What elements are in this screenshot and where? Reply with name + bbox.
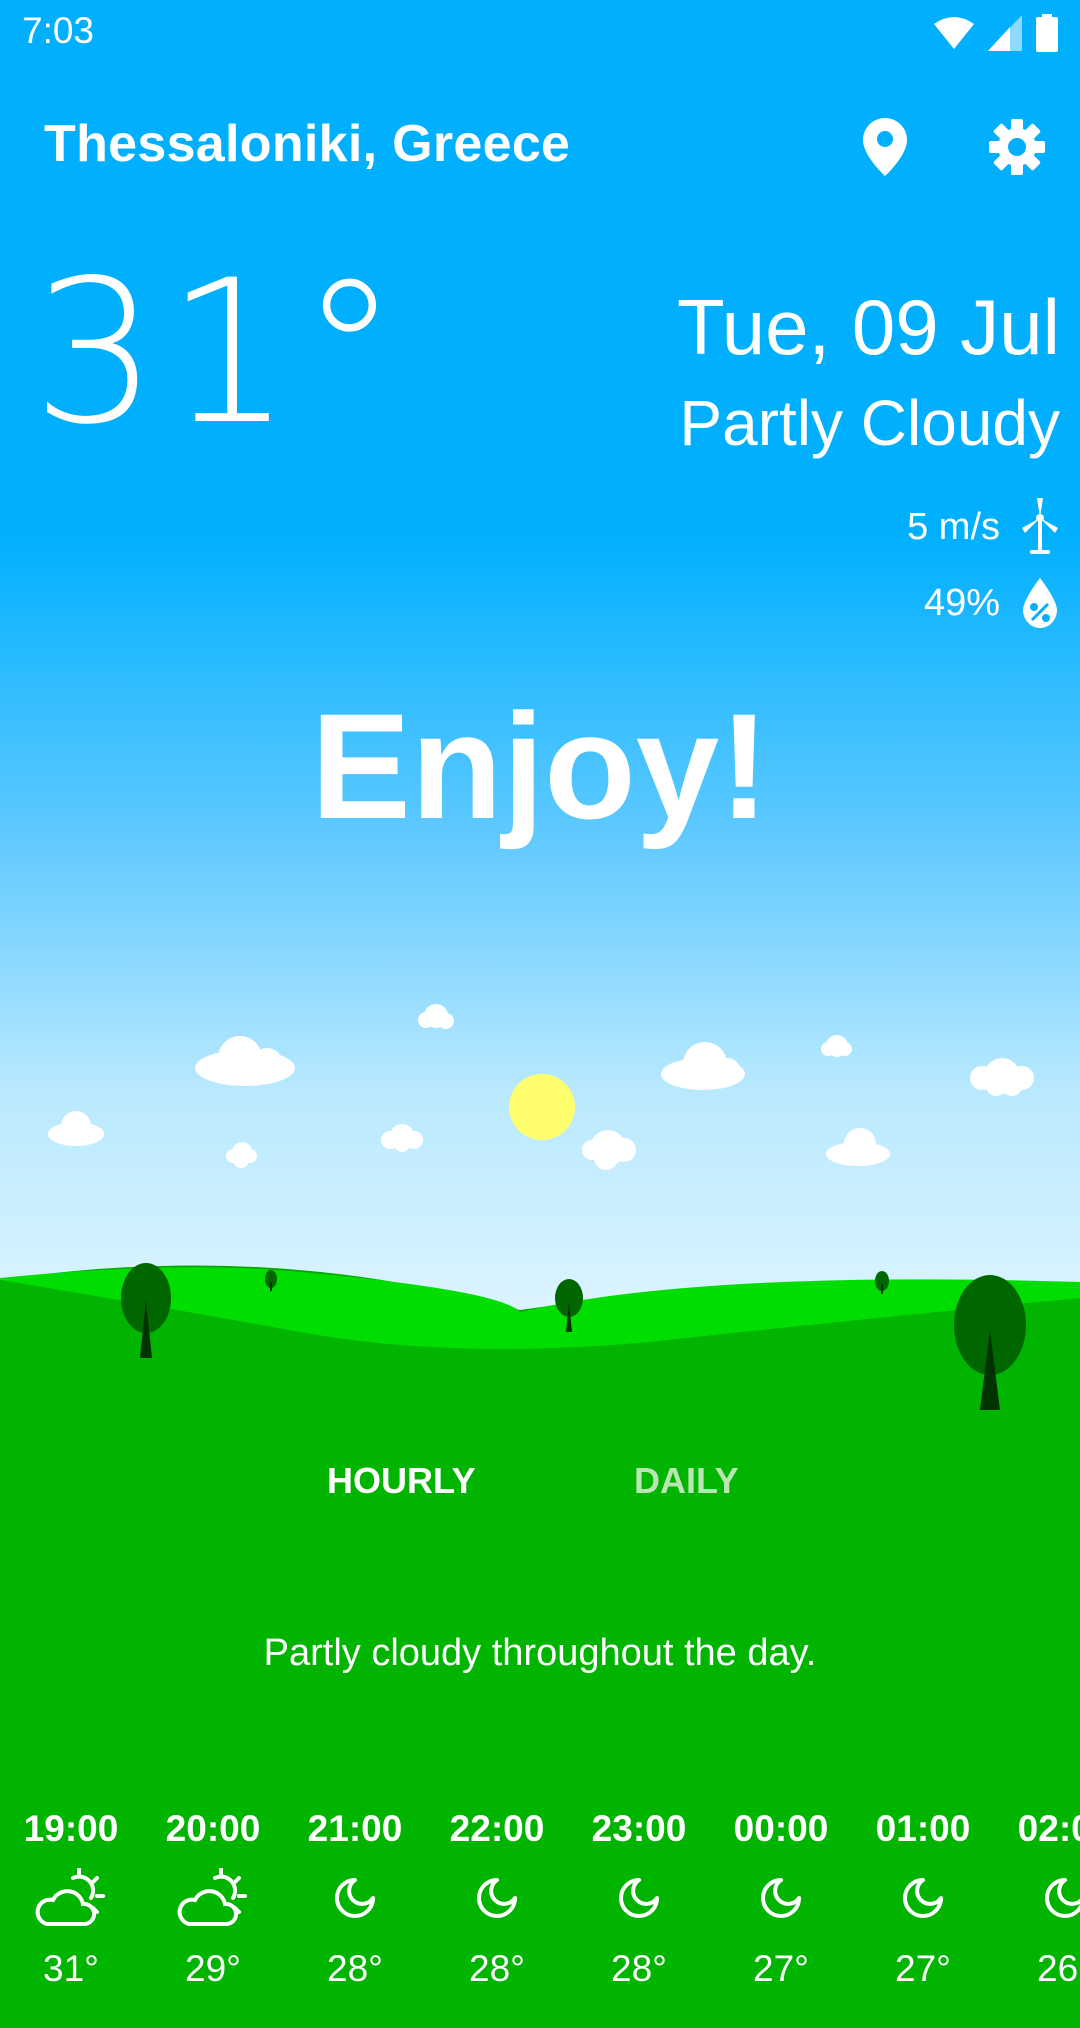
humidity-row: 49% <box>924 578 1060 628</box>
moon-icon <box>994 1856 1080 1940</box>
gear-icon <box>989 119 1045 175</box>
mood-text: Enjoy! <box>310 682 770 850</box>
hour-time: 22:00 <box>449 1808 545 1849</box>
hourly-item: 02:00 26° <box>994 1808 1080 1990</box>
tab-daily[interactable]: DAILY <box>634 1460 739 1502</box>
cloud <box>970 1058 1034 1096</box>
wind-turbine-icon <box>1022 498 1058 554</box>
cloud <box>826 1128 890 1166</box>
location-title: Thessaloniki, Greece <box>44 115 571 173</box>
moon-icon <box>426 1856 568 1940</box>
hourly-item: 21:00 28° <box>284 1808 426 1990</box>
cloud <box>381 1124 423 1152</box>
signal-icon <box>988 15 1022 51</box>
hour-time: 19:00 <box>23 1808 119 1849</box>
wind-speed: 5 m/s <box>907 505 1000 548</box>
hour-time: 21:00 <box>307 1808 403 1849</box>
hour-temp: 28° <box>611 1948 667 1989</box>
cloud <box>195 1036 295 1086</box>
hourly-item: 01:00 27° <box>852 1808 994 1990</box>
hourly-item: 23:00 28° <box>568 1808 710 1990</box>
settings-button[interactable] <box>982 112 1052 182</box>
hour-temp: 28° <box>327 1948 383 1989</box>
location-pin-button[interactable] <box>850 112 920 182</box>
status-time: 7:03 <box>22 10 95 51</box>
moon-icon <box>284 1856 426 1940</box>
cloud <box>418 1004 454 1029</box>
hour-time: 02:00 <box>1017 1808 1080 1849</box>
moon-icon <box>568 1856 710 1940</box>
current-temperature: 31° <box>32 237 407 468</box>
cloud <box>821 1035 852 1057</box>
cloud <box>48 1111 104 1146</box>
hourly-item: 00:00 27° <box>710 1808 852 1990</box>
cloud <box>661 1042 745 1090</box>
moon-icon <box>710 1856 852 1940</box>
cloud <box>226 1142 257 1168</box>
hour-time: 23:00 <box>591 1808 687 1849</box>
cloud <box>582 1130 636 1170</box>
current-condition: Partly Cloudy <box>679 387 1060 459</box>
status-bar: 7:03 <box>0 0 1080 66</box>
humidity-drop-icon <box>1023 578 1057 628</box>
humidity-value: 49% <box>923 581 1000 624</box>
tab-hourly[interactable]: HOURLY <box>327 1460 476 1502</box>
hour-temp: 27° <box>753 1948 809 1989</box>
moon-icon <box>852 1856 994 1940</box>
status-icons <box>934 14 1058 52</box>
hour-temp: 26° <box>1037 1948 1080 1989</box>
hour-time: 00:00 <box>733 1808 829 1849</box>
partly-cloudy-day-icon <box>0 1856 142 1940</box>
landscape-illustration <box>0 1004 1080 1440</box>
hourly-item: 22:00 28° <box>426 1808 568 1990</box>
hourly-item: 19:00 31° <box>0 1808 142 1990</box>
header: Thessaloniki, Greece <box>0 100 1080 190</box>
wifi-icon <box>934 17 974 49</box>
hour-temp: 28° <box>469 1948 525 1989</box>
forecast-tabs: HOURLY DAILY <box>0 1460 1080 1520</box>
hour-temp: 29° <box>185 1948 241 1989</box>
hour-temp: 27° <box>895 1948 951 1989</box>
hourly-item: 20:00 29° <box>142 1808 284 1990</box>
hourly-forecast[interactable]: 19:00 31° 20:00 29° 21:00 28° 22:00 28° … <box>0 1808 1080 2028</box>
sun <box>509 1074 575 1140</box>
hour-time: 01:00 <box>875 1808 971 1849</box>
current-date: Tue, 09 Jul <box>677 283 1060 371</box>
location-pin-icon <box>863 118 907 176</box>
battery-icon <box>1036 14 1058 52</box>
forecast-summary: Partly cloudy throughout the day. <box>263 1632 817 1674</box>
hour-temp: 31° <box>43 1948 99 1989</box>
partly-cloudy-day-icon <box>142 1856 284 1940</box>
wind-row: 5 m/s <box>907 498 1060 556</box>
hour-time: 20:00 <box>165 1808 261 1849</box>
